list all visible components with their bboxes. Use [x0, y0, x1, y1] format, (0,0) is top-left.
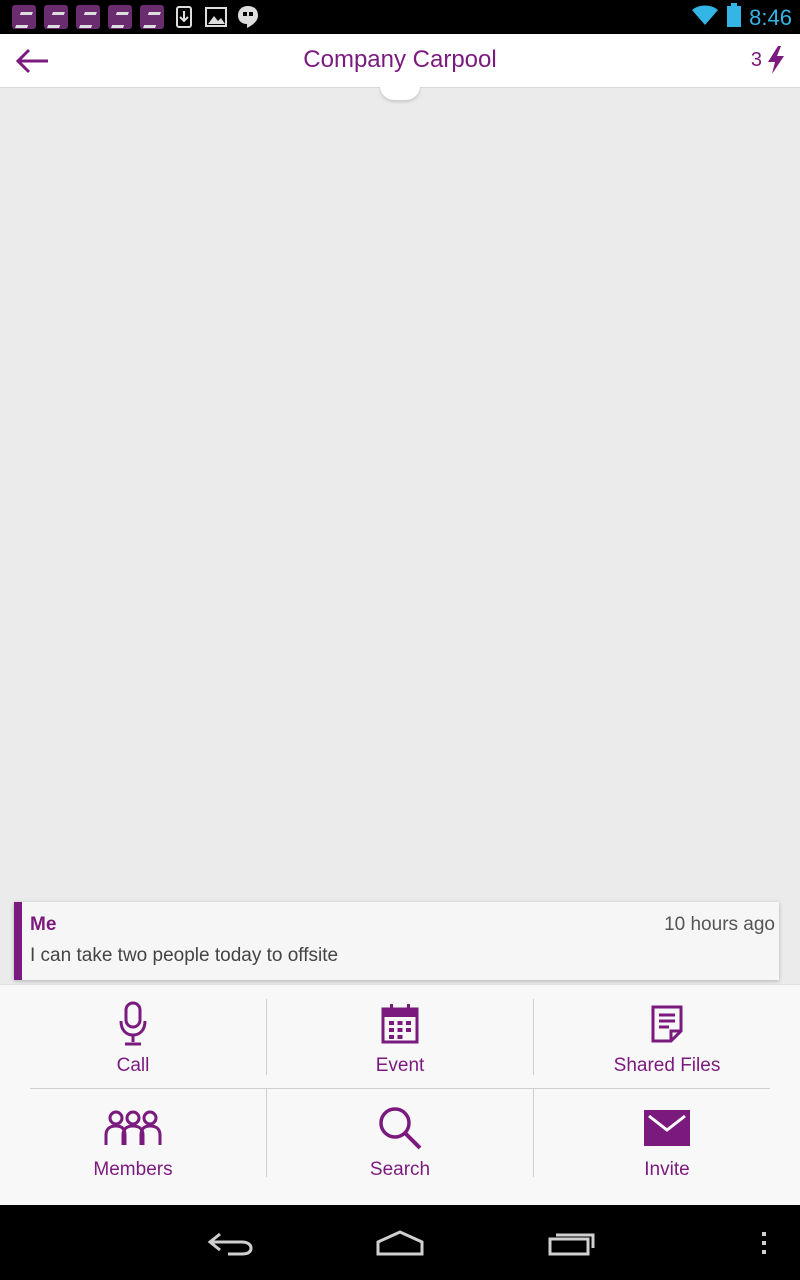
notification-icons — [12, 5, 260, 29]
wifi-icon — [691, 4, 719, 31]
download-icon — [172, 5, 196, 29]
search-icon — [379, 1107, 422, 1150]
message-text: I can take two people today to offsite — [30, 945, 339, 966]
members-label: Members — [93, 1159, 173, 1180]
navigation-bar — [0, 1205, 800, 1280]
status-bar: 8:46 — [0, 0, 800, 34]
back-nav-button[interactable] — [200, 1223, 260, 1263]
call-button[interactable]: Call — [0, 985, 266, 1089]
menu-column-divider — [266, 999, 267, 1075]
calendar-icon — [381, 1004, 419, 1044]
call-label: Call — [116, 1055, 150, 1076]
recent-apps-icon — [548, 1233, 595, 1256]
event-label: Event — [375, 1055, 425, 1076]
home-button[interactable] — [370, 1223, 430, 1263]
action-bar: Company Carpool 3 — [0, 34, 800, 88]
envelope-icon — [644, 1110, 690, 1146]
status-right: 8:46 — [691, 3, 792, 32]
pull-down-handle[interactable] — [380, 86, 420, 100]
search-label: Search — [369, 1159, 431, 1180]
recent-apps-button[interactable] — [542, 1223, 602, 1263]
microphone-icon — [119, 1001, 147, 1046]
app-notification-icon — [12, 5, 36, 29]
page-title: Company Carpool — [303, 46, 497, 73]
shared-files-button[interactable]: Shared Files — [534, 985, 800, 1089]
message-card[interactable]: Me 10 hours ago I can take two people to… — [14, 902, 779, 980]
people-icon — [104, 1110, 162, 1145]
image-icon — [204, 5, 228, 29]
activity-badge[interactable]: 3 — [751, 46, 786, 74]
shared-files-label: Shared Files — [613, 1055, 721, 1076]
overflow-menu-button[interactable] — [752, 1223, 776, 1263]
event-button[interactable]: Event — [267, 985, 533, 1089]
document-icon — [651, 1005, 683, 1043]
app-notification-icon — [76, 5, 100, 29]
overflow-menu-icon — [762, 1232, 766, 1254]
status-time: 8:46 — [749, 4, 792, 30]
menu-column-divider — [533, 1089, 534, 1177]
menu-column-divider — [266, 1089, 267, 1177]
menu-row-divider — [30, 1088, 770, 1089]
app-notification-icon — [44, 5, 68, 29]
lightning-icon — [768, 46, 784, 74]
home-icon — [376, 1230, 424, 1256]
app-notification-icon — [108, 5, 132, 29]
message-sender: Me — [30, 914, 57, 935]
back-nav-icon — [207, 1232, 253, 1256]
menu-column-divider — [533, 999, 534, 1075]
app-notification-icon — [140, 5, 164, 29]
invite-button[interactable]: Invite — [534, 1089, 800, 1193]
action-menu: Call Event Shared Files Members Search I… — [0, 984, 800, 1205]
search-button[interactable]: Search — [267, 1089, 533, 1193]
hangouts-icon — [236, 5, 260, 29]
battery-icon — [727, 3, 742, 32]
message-timestamp: 10 hours ago — [664, 914, 775, 935]
members-button[interactable]: Members — [0, 1089, 266, 1193]
badge-count: 3 — [750, 48, 762, 71]
invite-label: Invite — [644, 1159, 690, 1180]
